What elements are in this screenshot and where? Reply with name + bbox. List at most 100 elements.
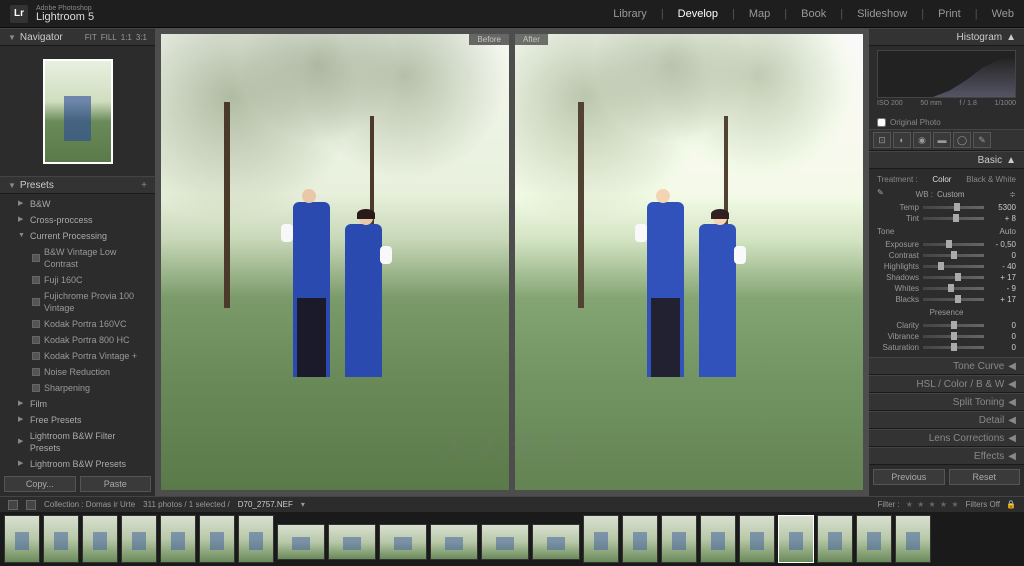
filmstrip-thumb[interactable] (661, 515, 697, 563)
filmstrip-thumb[interactable] (430, 524, 478, 560)
module-web[interactable]: Web (992, 8, 1014, 20)
info-bar: Collection : Domas ir Urte 311 photos / … (0, 496, 1024, 512)
filmstrip-thumb[interactable] (4, 515, 40, 563)
filmstrip-thumb[interactable] (481, 524, 529, 560)
view-mode-icon[interactable] (8, 500, 18, 510)
reset-button[interactable]: Reset (949, 469, 1021, 485)
preset-item[interactable]: Kodak Portra 160VC (0, 316, 155, 332)
preset-item[interactable]: Kodak Portra Vintage + (0, 348, 155, 364)
redeye-tool-icon[interactable]: ◉ (913, 132, 931, 148)
paste-button[interactable]: Paste (80, 476, 152, 492)
slider-highlights[interactable]: Highlights- 40 (877, 261, 1016, 272)
filmstrip-thumb[interactable] (43, 515, 79, 563)
module-library[interactable]: Library (613, 8, 647, 20)
slider-contrast[interactable]: Contrast0 (877, 250, 1016, 261)
preset-item[interactable]: Fuji 160C (0, 272, 155, 288)
nav-3-1[interactable]: 3:1 (136, 33, 147, 42)
gradient-tool-icon[interactable]: ▬ (933, 132, 951, 148)
navigator-thumbnail[interactable] (0, 46, 155, 176)
filmstrip-thumb[interactable] (328, 524, 376, 560)
before-preview[interactable]: Before (161, 34, 509, 490)
nav-fit[interactable]: FIT (85, 33, 97, 42)
slider-saturation[interactable]: Saturation0 (877, 342, 1016, 353)
slider-whites[interactable]: Whites- 9 (877, 283, 1016, 294)
panel-effects[interactable]: Effects◀ (869, 447, 1024, 465)
wb-dropdown[interactable]: Custom (937, 190, 965, 199)
navigator-header[interactable]: ▼ Navigator FIT FILL 1:1 3:1 (0, 28, 155, 46)
treatment-bw[interactable]: Black & White (966, 175, 1016, 184)
filmstrip-thumb[interactable] (82, 515, 118, 563)
slider-tint[interactable]: Tint+ 8 (877, 213, 1016, 224)
slider-vibrance[interactable]: Vibrance0 (877, 331, 1016, 342)
filters-off[interactable]: Filters Off (966, 500, 1001, 509)
left-panel: ▼ Navigator FIT FILL 1:1 3:1 ▼ Presets +… (0, 28, 155, 496)
filmstrip-thumb[interactable] (199, 515, 235, 563)
slider-blacks[interactable]: Blacks+ 17 (877, 294, 1016, 305)
filmstrip-thumb[interactable] (160, 515, 196, 563)
preset-item[interactable]: Sharpening (0, 380, 155, 396)
preset-item[interactable]: Noise Reduction (0, 364, 155, 380)
slider-temp[interactable]: Temp5300 (877, 202, 1016, 213)
filmstrip-thumb[interactable] (778, 515, 814, 563)
module-book[interactable]: Book (801, 8, 826, 20)
tool-strip: ⊡ ◐ ◉ ▬ ◯ ✎ (869, 129, 1024, 151)
filmstrip[interactable] (0, 512, 1024, 566)
filmstrip-thumb[interactable] (895, 515, 931, 563)
filmstrip-thumb[interactable] (739, 515, 775, 563)
preset-folder[interactable]: ▼Current Processing (0, 228, 155, 244)
preset-item[interactable]: B&W Vintage Low Contrast (0, 244, 155, 272)
preset-item[interactable]: Fujichrome Provia 100 Vintage (0, 288, 155, 316)
module-print[interactable]: Print (938, 8, 961, 20)
panel-lens-corrections[interactable]: Lens Corrections◀ (869, 429, 1024, 447)
filter-lock-icon[interactable]: 🔒 (1006, 500, 1016, 509)
auto-tone-button[interactable]: Auto (1000, 227, 1016, 236)
module-map[interactable]: Map (749, 8, 770, 20)
filmstrip-thumb[interactable] (817, 515, 853, 563)
filmstrip-thumb[interactable] (379, 524, 427, 560)
filmstrip-thumb[interactable] (532, 524, 580, 560)
treatment-color[interactable]: Color (932, 175, 951, 184)
slider-clarity[interactable]: Clarity0 (877, 320, 1016, 331)
module-slideshow[interactable]: Slideshow (857, 8, 907, 20)
copy-button[interactable]: Copy... (4, 476, 76, 492)
preset-folder[interactable]: ▶B&W (0, 196, 155, 212)
slider-exposure[interactable]: Exposure- 0,50 (877, 239, 1016, 250)
previous-button[interactable]: Previous (873, 469, 945, 485)
panel-split-toning[interactable]: Split Toning◀ (869, 393, 1024, 411)
top-bar: Lr Adobe Photoshop Lightroom 5 Library|D… (0, 0, 1024, 28)
after-preview[interactable]: After (515, 34, 863, 490)
nav-1-1[interactable]: 1:1 (121, 33, 132, 42)
preset-folder[interactable]: ▶Lightroom B&W Filter Presets (0, 428, 155, 456)
nav-fill[interactable]: FILL (101, 33, 117, 42)
preset-folder[interactable]: ▶Film (0, 396, 155, 412)
filmstrip-thumb[interactable] (238, 515, 274, 563)
brush-tool-icon[interactable]: ✎ (973, 132, 991, 148)
filter-stars[interactable]: ★ ★ ★ ★ ★ (906, 500, 960, 509)
module-develop[interactable]: Develop (678, 8, 718, 20)
basic-header[interactable]: Basic▲ (869, 151, 1024, 169)
preset-folder[interactable]: ▶Cross-proccess (0, 212, 155, 228)
filmstrip-thumb[interactable] (700, 515, 736, 563)
view-mode-2-icon[interactable] (26, 500, 36, 510)
filmstrip-thumb[interactable] (622, 515, 658, 563)
histogram-header[interactable]: Histogram▲ (869, 28, 1024, 46)
filmstrip-thumb[interactable] (583, 515, 619, 563)
panel-hsl-color-b-w[interactable]: HSL / Color / B & W◀ (869, 375, 1024, 393)
original-photo-toggle[interactable]: Original Photo (869, 116, 1024, 129)
histogram[interactable]: ISO 20050 mmf / 1.81/1000 (869, 46, 1024, 116)
wb-dropper-icon[interactable]: ✎ (877, 188, 889, 200)
filmstrip-thumb[interactable] (856, 515, 892, 563)
preview-area: Before After 人人素材 (155, 28, 869, 496)
spot-tool-icon[interactable]: ◐ (893, 132, 911, 148)
panel-tone-curve[interactable]: Tone Curve◀ (869, 357, 1024, 375)
crop-tool-icon[interactable]: ⊡ (873, 132, 891, 148)
filmstrip-thumb[interactable] (121, 515, 157, 563)
filmstrip-thumb[interactable] (277, 524, 325, 560)
panel-detail[interactable]: Detail◀ (869, 411, 1024, 429)
slider-shadows[interactable]: Shadows+ 17 (877, 272, 1016, 283)
preset-item[interactable]: Kodak Portra 800 HC (0, 332, 155, 348)
presets-header[interactable]: ▼ Presets + (0, 176, 155, 194)
preset-folder[interactable]: ▶Lightroom B&W Presets (0, 456, 155, 472)
radial-tool-icon[interactable]: ◯ (953, 132, 971, 148)
preset-folder[interactable]: ▶Free Presets (0, 412, 155, 428)
